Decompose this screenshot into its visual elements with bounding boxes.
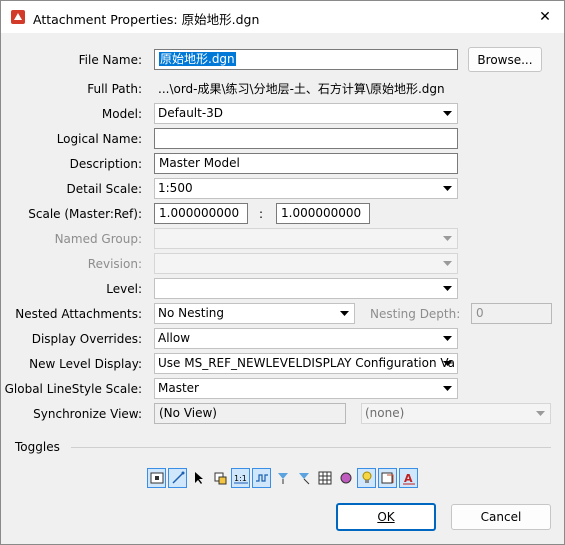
level-label: Level: [106,282,142,296]
close-icon: ✕ [539,9,551,25]
browse-button[interactable]: Browse... [468,47,542,72]
chevron-down-icon [337,304,351,323]
description-field[interactable]: Master Model [154,153,458,174]
microstation-app-icon [11,10,25,24]
display-overrides-label: Display Overrides: [31,332,142,346]
file-name-field[interactable]: 原始地形.dgn [154,49,458,70]
display-overrides-combo[interactable]: Allow [154,328,458,349]
file-name-value: 原始地形.dgn [159,52,236,66]
window-title: Attachment Properties: 原始地形.dgn [33,12,260,27]
ok-button[interactable]: OK [336,503,436,531]
global-linestyle-scale-value: Master [158,381,199,395]
synchronize-view-label: Synchronize View: [33,407,142,421]
toggles-group-label: Toggles [15,440,60,454]
chevron-down-icon [440,104,454,123]
attachment-properties-dialog: Attachment Properties: 原始地形.dgn ✕ File N… [0,0,565,545]
new-level-display-combo[interactable]: Use MS_REF_NEWLEVELDISPLAY Configuration… [154,353,458,374]
chevron-down-icon [440,254,454,273]
global-linestyle-scale-label: Global LineStyle Scale: [4,382,142,396]
named-group-combo [154,228,458,249]
scale-master-value: 1.000000000 [159,206,240,220]
line-style-toggle-icon[interactable] [252,468,271,488]
chevron-down-icon [440,229,454,248]
nested-attachments-value: No Nesting [158,306,225,320]
scale-ref-field[interactable]: 1.000000000 [276,203,370,224]
use-lights-toggle-icon[interactable] [357,468,376,488]
svg-text:1:1: 1:1 [234,474,247,483]
named-group-label: Named Group: [54,232,142,246]
title-bar[interactable]: Attachment Properties: 原始地形.dgn ✕ [1,1,564,33]
svg-text:A: A [404,472,413,485]
nesting-depth-value: 0 [476,306,484,320]
logical-name-field[interactable] [154,128,458,149]
raster-toggle-icon[interactable] [315,468,334,488]
nesting-depth-label: Nesting Depth: [370,307,461,321]
full-path-value: ...\ord-成果\练习\分地层-土、石方计算\原始地形.dgn [158,82,445,96]
logical-name-label: Logical Name: [56,132,142,146]
chevron-down-icon [440,279,454,298]
new-level-display-value: Use MS_REF_NEWLEVELDISPLAY Configuration… [158,356,456,370]
treat-as-element-toggle-icon[interactable] [336,468,355,488]
clip-toggle-icon[interactable] [273,468,292,488]
scale-ref-value: 1.000000000 [281,206,362,220]
chevron-down-icon [440,379,454,398]
detail-scale-value: 1:500 [158,181,193,195]
annotation-toggle-icon[interactable] [378,468,397,488]
description-label: Description: [69,157,142,171]
lock-toggle-icon[interactable] [210,468,229,488]
model-label: Model: [101,107,142,121]
revision-label: Revision: [87,257,142,271]
scale-separator: : [259,207,264,221]
cancel-button-label: Cancel [480,510,522,524]
new-level-display-label: New Level Display: [29,357,142,371]
scale-label: Scale (Master:Ref): [28,207,142,221]
snap-toggle-icon[interactable] [168,468,187,488]
full-path-label: Full Path: [87,82,142,96]
global-linestyle-scale-combo[interactable]: Master [154,378,458,399]
synchronize-view-secondary-value: (none) [365,406,405,420]
nested-attachments-label: Nested Attachments: [15,307,142,321]
cancel-button[interactable]: Cancel [451,504,551,530]
display-toggle-icon[interactable] [147,468,166,488]
detail-scale-combo[interactable]: 1:500 [154,178,458,199]
nesting-depth-field: 0 [471,303,552,324]
scale-master-field[interactable]: 1.000000000 [154,203,248,224]
revision-combo [154,253,458,274]
synchronize-view-value: (No View) [159,406,217,420]
toggles-toolbar: 1:1 A [147,468,418,490]
scale-line-styles-toggle-icon[interactable]: 1:1 [231,468,250,488]
close-button[interactable]: ✕ [532,4,558,30]
chevron-down-icon [440,329,454,348]
chevron-down-icon [440,179,454,198]
ok-button-label: OK [377,510,395,524]
chevron-down-icon [440,354,454,373]
model-combo[interactable]: Default-3D [154,103,458,124]
detail-scale-label: Detail Scale: [66,182,143,196]
synchronize-view-secondary-combo: (none) [361,403,551,424]
clip-back-toggle-icon[interactable] [294,468,313,488]
model-value: Default-3D [158,106,224,120]
file-name-label: File Name: [78,53,142,67]
display-overrides-value: Allow [158,331,191,345]
description-value: Master Model [159,156,240,170]
synchronize-view-field: (No View) [154,403,346,424]
nested-attachments-combo[interactable]: No Nesting [154,303,355,324]
browse-button-label: Browse... [477,52,533,67]
chevron-down-icon [533,404,547,423]
level-combo[interactable] [154,278,458,299]
text-style-toggle-icon[interactable]: A [399,468,418,488]
locate-toggle-icon[interactable] [189,468,208,488]
toggles-divider [71,447,551,448]
